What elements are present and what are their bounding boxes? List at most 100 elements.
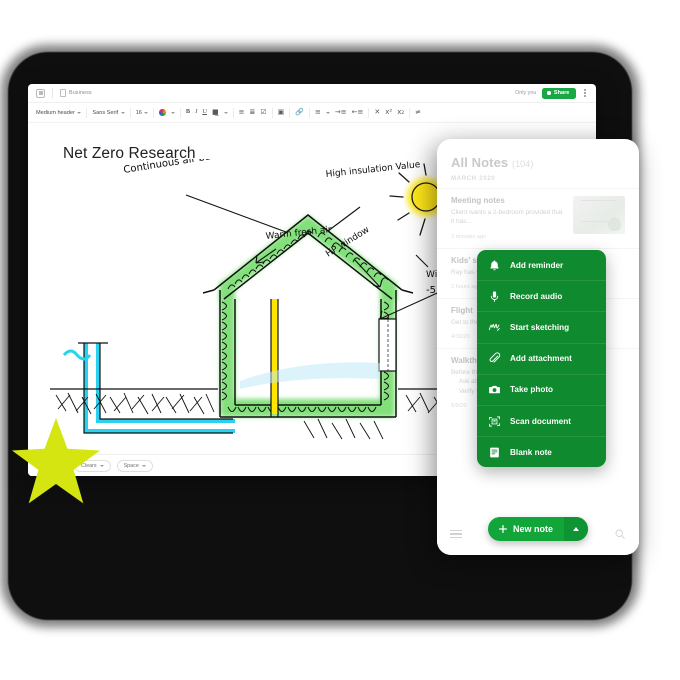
menu-item-label: Start sketching bbox=[510, 322, 570, 332]
notes-count: (104) bbox=[511, 159, 534, 169]
chevron-down-icon bbox=[144, 111, 149, 114]
text-highlight-icon[interactable]: ■̲ bbox=[212, 109, 219, 116]
italic-icon[interactable]: I bbox=[195, 109, 197, 116]
plus-icon bbox=[499, 525, 507, 533]
chevron-down-icon bbox=[141, 464, 146, 467]
menu-item-label: Take photo bbox=[510, 385, 554, 395]
bell-icon bbox=[490, 259, 499, 270]
underline-icon[interactable]: U bbox=[202, 108, 207, 115]
wall-insulation-hatch bbox=[221, 301, 389, 412]
subscript-icon[interactable]: x₂ bbox=[397, 109, 404, 116]
all-notes-title: All Notes (104) bbox=[451, 155, 625, 170]
chevron-down-icon[interactable] bbox=[170, 111, 175, 114]
divider bbox=[409, 107, 411, 118]
paperclip-icon bbox=[489, 352, 501, 363]
divider bbox=[52, 88, 53, 98]
divider bbox=[271, 107, 273, 118]
checklist-icon[interactable]: ☑ bbox=[260, 109, 266, 116]
divider bbox=[368, 107, 370, 118]
new-note-button[interactable]: New note bbox=[487, 517, 589, 541]
all-notes-label: All Notes bbox=[451, 155, 509, 170]
document-icon bbox=[60, 89, 66, 97]
note-snippet: Client wants a 2-bedroom provided that i… bbox=[451, 209, 563, 226]
camera-icon bbox=[489, 386, 500, 394]
month-label: MARCH 2020 bbox=[451, 176, 496, 182]
hamburger-menu-icon[interactable] bbox=[450, 529, 462, 539]
person-add-icon bbox=[547, 91, 552, 95]
indent-increase-icon[interactable]: →≡ bbox=[335, 109, 347, 116]
menu-item-label: Add reminder bbox=[510, 260, 564, 270]
bold-icon[interactable]: B bbox=[186, 108, 190, 115]
numbered-list-icon[interactable]: ≣ bbox=[250, 109, 256, 116]
share-status: Only you bbox=[515, 90, 537, 96]
new-note-expand-button[interactable] bbox=[564, 517, 589, 541]
window-sketch bbox=[378, 318, 397, 372]
annotation-insulation: High insulation Value bbox=[325, 160, 421, 180]
align-icon[interactable]: ≡ bbox=[315, 109, 321, 116]
text-color-wheel-icon[interactable] bbox=[159, 109, 166, 116]
divider bbox=[86, 107, 88, 118]
microphone-icon bbox=[490, 291, 499, 302]
font-size-dropdown[interactable]: 16 bbox=[136, 110, 149, 116]
chevron-down-icon bbox=[99, 464, 104, 467]
chevron-down-icon bbox=[120, 111, 125, 114]
wall-outline bbox=[219, 290, 397, 418]
list-item[interactable]: Meeting notes Client wants a 2-bedroom p… bbox=[437, 188, 639, 248]
formatting-toolbar: Medium header Sans Serif 16 B I U ■̲ ≡ ≣… bbox=[28, 103, 596, 131]
chevron-down-icon bbox=[77, 111, 82, 114]
phone-header: All Notes (104) MARCH 2020 bbox=[437, 139, 639, 188]
menu-item-label: Blank note bbox=[510, 447, 552, 457]
divider bbox=[129, 107, 131, 118]
image-icon[interactable]: ▣ bbox=[278, 109, 285, 116]
chevron-down-icon[interactable] bbox=[223, 111, 228, 114]
paragraph-style-dropdown[interactable]: Medium header bbox=[36, 109, 82, 116]
font-family-label: Sans Serif bbox=[92, 109, 119, 116]
link-icon[interactable]: 🔗 bbox=[295, 109, 304, 116]
scan-icon bbox=[489, 415, 500, 427]
menu-item-add-reminder[interactable]: Add reminder bbox=[477, 250, 606, 282]
ground-loop-pipe bbox=[84, 343, 235, 433]
footer-pill-clears-label: Clears bbox=[81, 462, 97, 469]
breadcrumb-label: Business bbox=[69, 90, 92, 96]
divider bbox=[153, 107, 155, 118]
divider bbox=[309, 107, 311, 118]
phone-bottom-bar: New note bbox=[437, 513, 639, 555]
strikethrough-icon[interactable]: ≠ bbox=[415, 109, 421, 116]
chevron-down-icon[interactable] bbox=[325, 111, 330, 114]
note-timestamp: 3 minutes ago bbox=[451, 233, 487, 240]
note-thumbnail bbox=[573, 196, 625, 234]
search-icon[interactable] bbox=[614, 528, 626, 540]
menu-item-start-sketching[interactable]: Start sketching bbox=[477, 312, 606, 344]
breadcrumb[interactable]: Business bbox=[60, 89, 92, 97]
paragraph-style-label: Medium header bbox=[36, 109, 75, 116]
menu-item-add-attachment[interactable]: Add attachment bbox=[477, 344, 606, 375]
apps-grid-icon[interactable] bbox=[36, 88, 45, 98]
font-family-dropdown[interactable]: Sans Serif bbox=[92, 109, 125, 116]
note-title: Meeting notes bbox=[451, 196, 505, 205]
divider bbox=[289, 107, 291, 118]
note-icon bbox=[490, 447, 499, 458]
menu-item-label: Add attachment bbox=[510, 354, 572, 364]
menu-item-blank-note[interactable]: Blank note bbox=[477, 437, 606, 467]
kebab-menu-icon[interactable] bbox=[582, 89, 588, 97]
phone-window: All Notes (104) MARCH 2020 Meeting notes… bbox=[437, 139, 639, 555]
tablet-top-bar: Business Only you Share bbox=[28, 84, 596, 103]
footer-pill-space[interactable]: Space bbox=[116, 459, 153, 472]
footer-pill-space-label: Space bbox=[123, 462, 139, 469]
menu-item-scan-document[interactable]: Scan document bbox=[477, 406, 606, 438]
menu-item-take-photo[interactable]: Take photo bbox=[477, 375, 606, 406]
font-size-label: 16 bbox=[135, 109, 142, 116]
indent-decrease-icon[interactable]: ←≡ bbox=[352, 109, 364, 116]
bulleted-list-icon[interactable]: ≡ bbox=[239, 109, 245, 116]
clear-format-icon[interactable]: ✕ bbox=[374, 109, 380, 116]
new-note-action-menu: Add reminder Record audio Start sketchin… bbox=[477, 250, 606, 468]
warm-air-duct bbox=[270, 299, 279, 417]
menu-item-record-audio[interactable]: Record audio bbox=[477, 281, 606, 313]
chevron-up-icon bbox=[573, 527, 580, 531]
menu-item-label: Scan document bbox=[510, 416, 571, 426]
share-button[interactable]: Share bbox=[542, 87, 577, 99]
menu-item-label: Record audio bbox=[510, 291, 563, 301]
scribble-icon bbox=[488, 323, 500, 331]
scene: Business Only you Share Medium header Sa… bbox=[0, 0, 680, 680]
superscript-icon[interactable]: x² bbox=[385, 109, 392, 116]
